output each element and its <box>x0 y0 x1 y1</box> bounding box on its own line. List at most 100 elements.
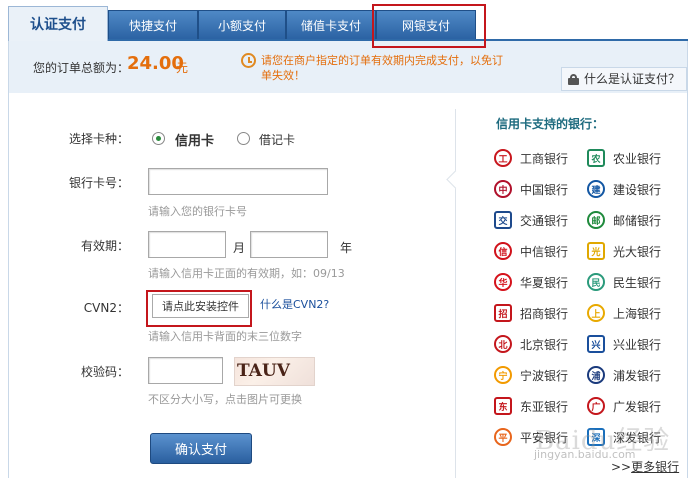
bank-name: 建设银行 <box>613 182 662 197</box>
expiry-notice: 请您在商户指定的订单有效期内完成支付，以免订单失效！ <box>261 54 503 82</box>
card-type-label: 选择卡种： <box>68 132 129 146</box>
bank-name: 宁波银行 <box>520 368 569 383</box>
bank-item[interactable]: 中中国银行 <box>494 178 568 200</box>
bank-item[interactable]: 信中信银行 <box>494 240 568 262</box>
bank-item[interactable]: 交交通银行 <box>494 209 568 231</box>
bank-name: 广发银行 <box>613 399 662 414</box>
what-is-auth-pay-link[interactable]: 什么是认证支付？ <box>560 67 687 91</box>
bank-name: 浦发银行 <box>613 368 662 383</box>
tab-auth-pay[interactable]: 认证支付 <box>8 6 108 41</box>
bank-name: 北京银行 <box>520 337 569 352</box>
bank-name: 中信银行 <box>520 244 569 259</box>
bank-name: 上海银行 <box>613 306 662 321</box>
bank-item[interactable]: 宁宁波银行 <box>494 364 568 386</box>
tab-online-bank-pay[interactable]: 网银支付 <box>376 10 476 40</box>
bank-name: 邮储银行 <box>613 213 662 228</box>
bank-item[interactable]: 东东亚银行 <box>494 395 568 417</box>
bank-name: 农业银行 <box>613 151 662 166</box>
bank-item[interactable]: 平平安银行 <box>494 426 568 448</box>
captcha-hint: 不区分大小写，点击图片可更换 <box>148 393 302 406</box>
expiry-year-input[interactable] <box>250 231 328 258</box>
bank-item[interactable]: 北北京银行 <box>494 333 568 355</box>
bank-name: 兴业银行 <box>613 337 662 352</box>
bank-item[interactable]: 民民生银行 <box>587 271 661 293</box>
expiry-label: 有效期： <box>80 239 129 253</box>
bank-name: 深发银行 <box>613 430 662 445</box>
captcha-input[interactable] <box>148 357 223 384</box>
bank-item[interactable]: 深深发银行 <box>587 426 661 448</box>
captcha-char-1: TAUV <box>237 361 290 381</box>
clock-icon <box>241 53 256 68</box>
more-banks-link[interactable]: >>更多银行 <box>611 458 679 475</box>
bank-item[interactable]: 邮邮储银行 <box>587 209 661 231</box>
bank-logo-icon: 东 <box>494 397 512 415</box>
cvn-hint: 请输入信用卡背面的末三位数字 <box>148 330 302 343</box>
bank-item[interactable]: 建建设银行 <box>587 178 661 200</box>
bank-name: 华夏银行 <box>520 275 569 290</box>
what-is-auth-pay-label: 什么是认证支付？ <box>583 72 680 86</box>
bank-logo-icon: 兴 <box>587 335 605 353</box>
bank-logo-icon: 邮 <box>587 211 605 229</box>
bank-logo-icon: 浦 <box>587 366 605 384</box>
bank-name: 东亚银行 <box>520 399 569 414</box>
install-plugin-button[interactable]: 请点此安装控件 <box>152 294 249 318</box>
lock-icon <box>567 74 579 85</box>
bank-logo-icon: 中 <box>494 180 512 198</box>
confirm-payment-button[interactable]: 确认支付 <box>150 433 252 464</box>
captcha-image[interactable]: TAUV <box>234 357 315 386</box>
bank-item[interactable]: 工工商银行 <box>494 147 568 169</box>
card-number-input[interactable] <box>148 168 328 195</box>
bank-name: 光大银行 <box>613 244 662 259</box>
cvn-label: CVN2： <box>83 301 129 315</box>
tab-stored-card-pay[interactable]: 储值卡支付 <box>286 10 376 40</box>
bank-logo-icon: 建 <box>587 180 605 198</box>
bank-logo-icon: 民 <box>587 273 605 291</box>
currency-unit: 元 <box>176 61 189 75</box>
bank-logo-icon: 宁 <box>494 366 512 384</box>
bank-name: 民生银行 <box>613 275 662 290</box>
bank-name: 工商银行 <box>520 151 569 166</box>
bank-logo-icon: 农 <box>587 149 605 167</box>
expiry-year-unit: 年 <box>340 241 353 255</box>
bank-item[interactable]: 兴兴业银行 <box>587 333 661 355</box>
bank-item[interactable]: 农农业银行 <box>587 147 661 169</box>
bank-logo-icon: 工 <box>494 149 512 167</box>
bank-name: 中国银行 <box>520 182 569 197</box>
bank-name: 交通银行 <box>520 213 569 228</box>
captcha-label: 校验码： <box>80 365 129 379</box>
bank-logo-icon: 上 <box>587 304 605 322</box>
bank-item[interactable]: 招招商银行 <box>494 302 568 324</box>
more-banks-label: 更多银行 <box>631 460 680 474</box>
tab-small-pay[interactable]: 小额支付 <box>198 10 286 40</box>
radio-credit-card-label[interactable]: 信用卡 <box>175 130 214 149</box>
expiry-hint: 请输入信用卡正面的有效期，如：09/13 <box>148 267 345 280</box>
bank-logo-icon: 深 <box>587 428 605 446</box>
bank-item[interactable]: 广广发银行 <box>587 395 661 417</box>
bank-logo-icon: 华 <box>494 273 512 291</box>
supported-banks-title: 信用卡支持的银行： <box>496 117 605 131</box>
tab-quick-pay[interactable]: 快捷支付 <box>108 10 198 40</box>
bank-logo-icon: 招 <box>494 304 512 322</box>
bank-name: 招商银行 <box>520 306 569 321</box>
bank-item[interactable]: 华华夏银行 <box>494 271 568 293</box>
expiry-month-unit: 月 <box>233 241 246 255</box>
bank-logo-icon: 交 <box>494 211 512 229</box>
bank-logo-icon: 平 <box>494 428 512 446</box>
expiry-month-input[interactable] <box>148 231 226 258</box>
radio-debit-card[interactable] <box>237 132 250 145</box>
bank-logo-icon: 北 <box>494 335 512 353</box>
bank-logo-icon: 信 <box>494 242 512 260</box>
supported-banks-panel: 信用卡支持的银行： 工工商银行农农业银行中中国银行建建设银行交交通银行邮邮储银行… <box>455 109 680 478</box>
radio-debit-card-label[interactable]: 借记卡 <box>259 131 295 148</box>
bank-logo-icon: 光 <box>587 242 605 260</box>
card-number-hint: 请输入您的银行卡号 <box>148 205 247 218</box>
what-is-cvn-link[interactable]: 什么是CVN2? <box>260 296 329 312</box>
bank-item[interactable]: 浦浦发银行 <box>587 364 661 386</box>
order-summary: 您的订单总额为： 24.00 元 请您在商户指定的订单有效期内完成支付，以免订单… <box>8 41 688 93</box>
bank-item[interactable]: 上上海银行 <box>587 302 661 324</box>
bank-item[interactable]: 光光大银行 <box>587 240 661 262</box>
tab-bar: 认证支付 快捷支付 小额支付 储值卡支付 网银支付 <box>0 0 694 41</box>
radio-credit-card[interactable] <box>152 132 165 145</box>
amount-label: 您的订单总额为： <box>33 61 130 75</box>
bank-name: 平安银行 <box>520 430 569 445</box>
